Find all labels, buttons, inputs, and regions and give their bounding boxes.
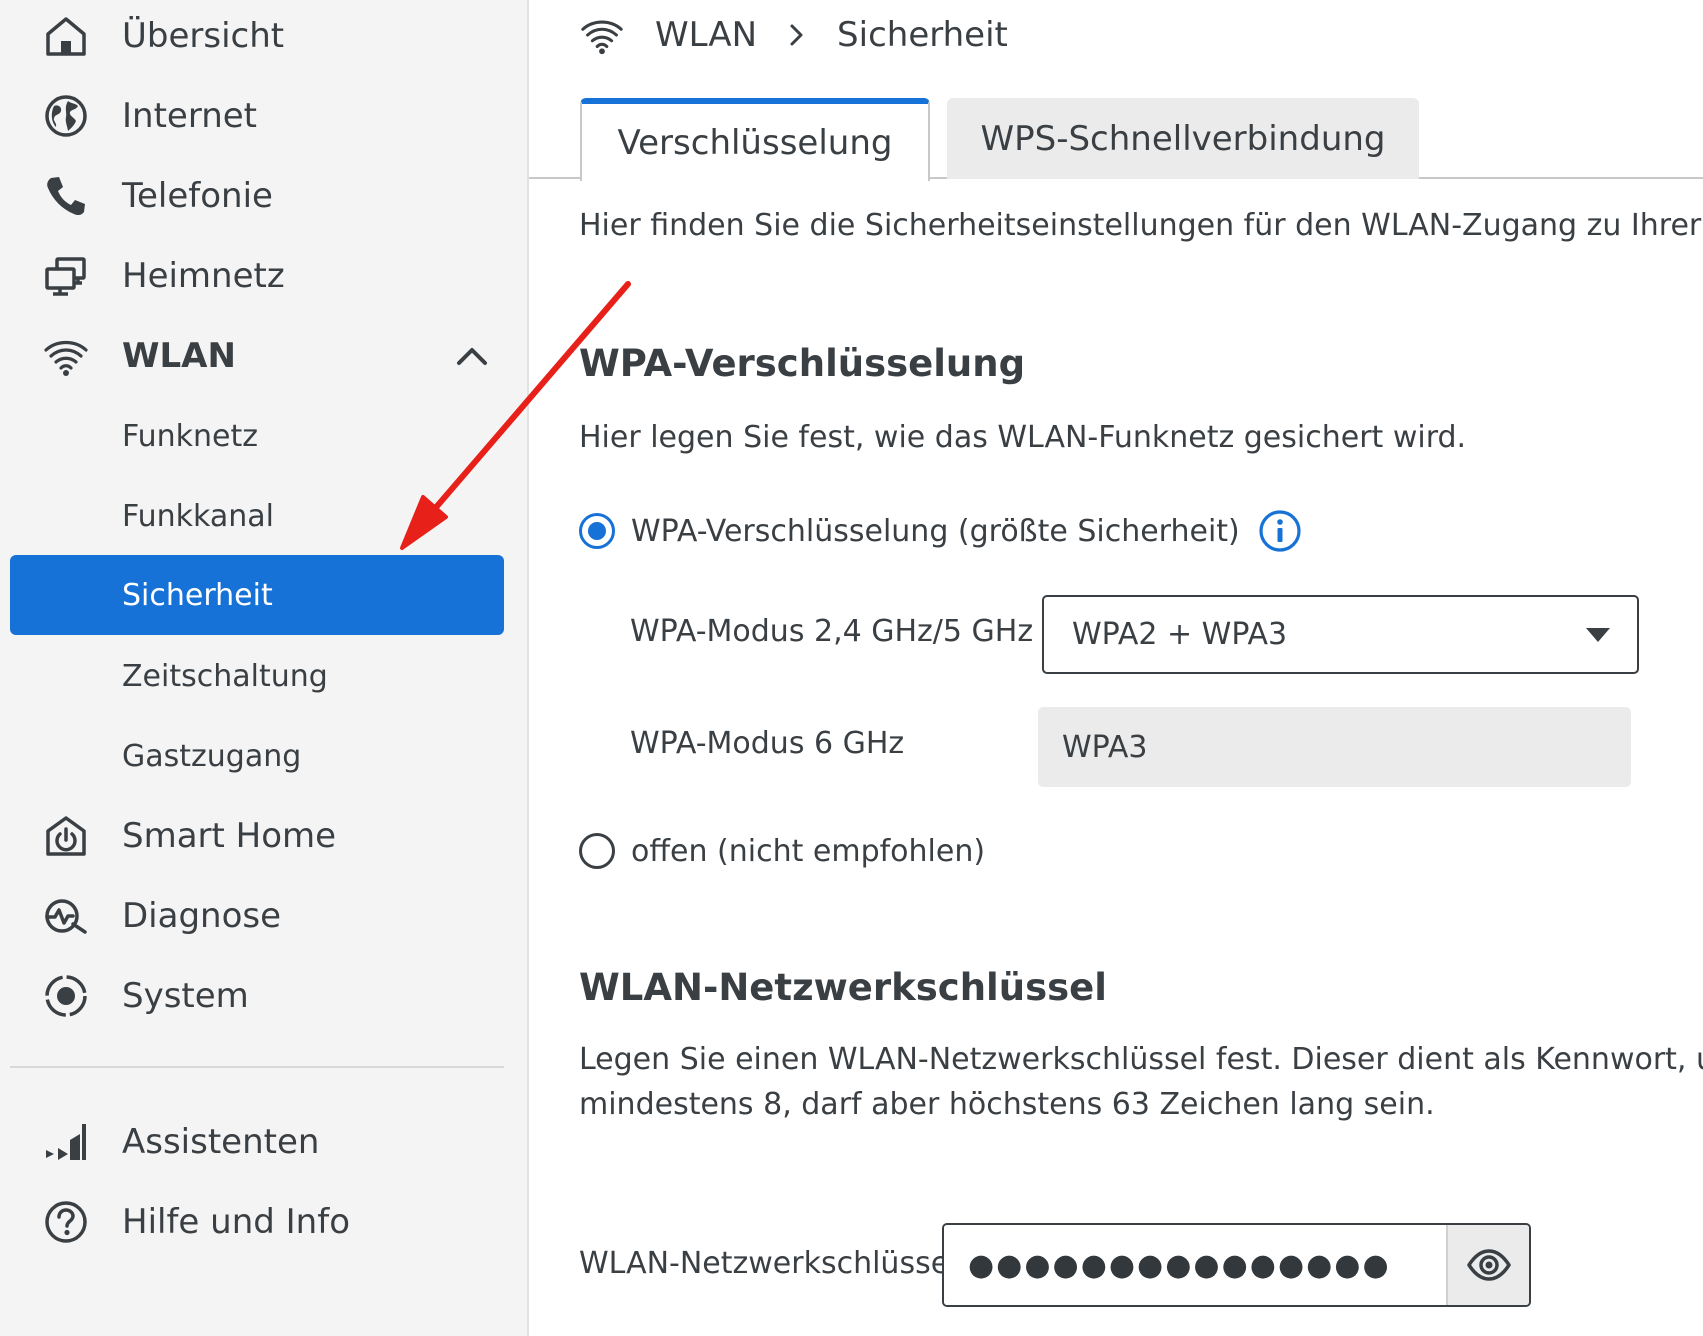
breadcrumb-section[interactable]: WLAN <box>655 15 757 55</box>
tab-wps[interactable]: WPS-Schnellverbindung <box>947 98 1419 179</box>
sidebar-item-label: WLAN <box>122 336 236 376</box>
tab-encryption[interactable]: Verschlüsselung <box>580 98 930 181</box>
main-content: WLAN Sicherheit Verschlüsselung WPS-Schn… <box>529 0 1703 1336</box>
info-icon[interactable] <box>1258 509 1302 553</box>
eye-icon <box>1466 1249 1511 1281</box>
wpa-mode-24-5-select[interactable]: WPA2 + WPA3 <box>1042 595 1639 674</box>
radio-open[interactable]: offen (nicht empfohlen) <box>579 829 985 873</box>
sidebar-divider <box>10 1066 504 1068</box>
sidebar-item-help[interactable]: Hilfe und Info <box>0 1186 529 1258</box>
radio-wpa-encryption[interactable]: WPA-Verschlüsselung (größte Sicherheit) <box>579 509 1302 553</box>
sidebar-item-label: Hilfe und Info <box>122 1202 350 1242</box>
sidebar: Übersicht Internet Telefonie Heimnetz WL… <box>0 0 529 1336</box>
sidebar-item-diagnose[interactable]: Diagnose <box>0 880 529 952</box>
sidebar-subitem-zeitschaltung[interactable]: Zeitschaltung <box>10 636 504 716</box>
key-section-heading: WLAN-Netzwerkschlüssel <box>579 966 1107 1009</box>
sidebar-item-label: System <box>122 976 249 1016</box>
show-password-button[interactable] <box>1446 1225 1529 1305</box>
breadcrumb: WLAN Sicherheit <box>579 10 1008 60</box>
breadcrumb-page: Sicherheit <box>837 15 1008 55</box>
sidebar-item-label: Internet <box>122 96 258 136</box>
key-section-description-line2: mindestens 8, darf aber höchstens 63 Zei… <box>579 1087 1435 1122</box>
wifi-icon <box>42 332 90 380</box>
sidebar-item-overview[interactable]: Übersicht <box>0 0 529 72</box>
sidebar-item-label: Assistenten <box>122 1122 320 1162</box>
radio-button-checked[interactable] <box>579 513 615 549</box>
caret-down-icon <box>1586 627 1610 642</box>
readonly-value: WPA3 <box>1062 729 1148 765</box>
sidebar-subitem-funkkanal[interactable]: Funkkanal <box>10 476 504 556</box>
sidebar-item-system[interactable]: System <box>0 960 529 1032</box>
app-window: Übersicht Internet Telefonie Heimnetz WL… <box>0 0 1703 1336</box>
help-icon <box>42 1198 90 1246</box>
network-key-label: WLAN-Netzwerkschlüssel <box>579 1246 958 1281</box>
key-section-description-line1: Legen Sie einen WLAN-Netzwerkschlüssel f… <box>579 1042 1703 1077</box>
chevron-up-icon[interactable] <box>452 336 492 376</box>
select-value: WPA2 + WPA3 <box>1072 617 1288 652</box>
assistant-icon <box>42 1118 90 1166</box>
sidebar-item-wlan[interactable]: WLAN <box>0 320 529 392</box>
phone-icon <box>42 172 90 220</box>
sidebar-item-smart-home[interactable]: Smart Home <box>0 800 529 872</box>
sidebar-item-internet[interactable]: Internet <box>0 80 529 152</box>
sidebar-subitem-funknetz[interactable]: Funknetz <box>10 396 504 476</box>
sidebar-item-label: Smart Home <box>122 816 337 856</box>
wpa-mode-6-label: WPA-Modus 6 GHz <box>630 726 905 761</box>
sidebar-item-label: Telefonie <box>122 176 273 216</box>
radio-button-unchecked[interactable] <box>579 833 615 869</box>
sidebar-subitem-label: Funknetz <box>122 418 258 454</box>
radio-wpa-label: WPA-Verschlüsselung (größte Sicherheit) <box>631 513 1240 549</box>
sidebar-item-telephony[interactable]: Telefonie <box>0 160 529 232</box>
network-key-field <box>942 1223 1531 1307</box>
system-icon <box>42 972 90 1020</box>
network-key-input[interactable] <box>944 1225 1458 1305</box>
sidebar-subitem-sicherheit[interactable]: Sicherheit <box>10 555 504 635</box>
smart-home-icon <box>42 812 90 860</box>
sidebar-item-label: Heimnetz <box>122 256 285 296</box>
sidebar-item-home-network[interactable]: Heimnetz <box>0 240 529 312</box>
network-icon <box>42 252 90 300</box>
sidebar-item-label: Diagnose <box>122 896 282 936</box>
sidebar-item-label: Übersicht <box>122 16 285 56</box>
sidebar-subitem-label: Funkkanal <box>122 498 274 534</box>
sidebar-item-assistants[interactable]: Assistenten <box>0 1106 529 1178</box>
sidebar-subitem-gastzugang[interactable]: Gastzugang <box>10 716 504 796</box>
globe-icon <box>42 92 90 140</box>
wpa-mode-24-5-label: WPA-Modus 2,4 GHz/5 GHz <box>630 614 1034 649</box>
sidebar-subitem-label: Gastzugang <box>122 738 302 774</box>
wpa-mode-6-readonly: WPA3 <box>1038 707 1631 787</box>
diagnose-icon <box>42 892 90 940</box>
radio-open-label: offen (nicht empfohlen) <box>631 833 986 869</box>
wifi-icon <box>581 20 623 55</box>
sidebar-subitem-label: Sicherheit <box>122 577 273 613</box>
sidebar-subitem-label: Zeitschaltung <box>122 658 328 694</box>
wpa-section-heading: WPA-Verschlüsselung <box>579 342 1026 385</box>
intro-text: Hier finden Sie die Sicherheitseinstellu… <box>579 208 1703 243</box>
home-icon <box>42 12 90 60</box>
chevron-right-icon <box>790 24 803 46</box>
wpa-section-description: Hier legen Sie fest, wie das WLAN-Funkne… <box>579 420 1467 455</box>
